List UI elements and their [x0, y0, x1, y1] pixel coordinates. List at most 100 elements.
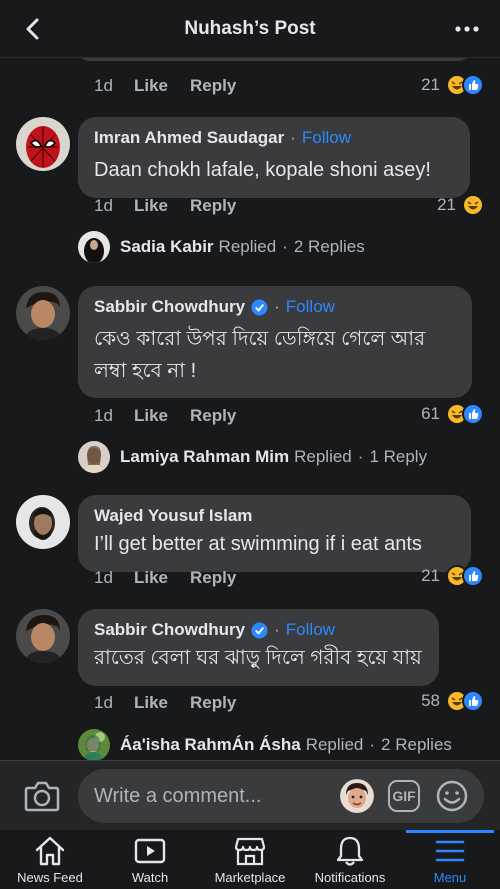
camera-icon [24, 781, 60, 812]
comment-text: I’ll get better at swimming if i eat ant… [94, 533, 422, 555]
comment-bubble: Sabbir Chowdhury · Follow রাতের বেলা ঘর … [78, 609, 439, 686]
avatar[interactable] [16, 286, 70, 340]
comment-actions: 1d Like Reply [94, 196, 258, 216]
page-title: Nuhash’s Post [184, 17, 316, 39]
like-button[interactable]: Like [134, 76, 168, 96]
avatar[interactable] [16, 117, 70, 171]
comment-author[interactable]: Imran Ahmed Saudagar [94, 128, 284, 148]
view-replies[interactable]: Sadia Kabir Replied · 2 Replies [78, 231, 365, 263]
tab-marketplace[interactable]: Marketplace [200, 830, 300, 889]
comment-input-container: GIF [78, 769, 484, 823]
reply-count: 2 Replies [293, 237, 365, 256]
reply-author: Sadia Kabir [120, 237, 214, 256]
reply-button[interactable]: Reply [190, 196, 236, 216]
reaction-count: 21 [421, 566, 440, 585]
like-button[interactable]: Like [134, 693, 168, 713]
comment-actions: 1d Like Reply [94, 76, 258, 96]
comment-text: কেও কারো উপর দিয়ে ডেঙ্গিয়ে গেলে আর লম্… [94, 328, 426, 382]
comment-actions: 1d Like Reply [94, 693, 258, 713]
reply-button[interactable]: Reply [190, 76, 236, 96]
tab-label: Notifications [314, 870, 386, 885]
like-reaction-icon [462, 565, 484, 587]
reaction-summary[interactable]: 58 [421, 690, 484, 712]
reply-author: Áa'isha RahmÁn Ásha [120, 735, 301, 754]
tab-menu[interactable]: Menu [400, 830, 500, 889]
comment-bubble: Imran Ahmed Saudagar · Follow Daan chokh… [78, 117, 470, 198]
reply-button[interactable]: Reply [190, 406, 236, 426]
reaction-count: 21 [421, 75, 440, 94]
watch-icon [134, 838, 166, 864]
avatar[interactable] [16, 609, 70, 663]
comment-bubble [78, 58, 470, 61]
like-button[interactable]: Like [134, 406, 168, 426]
like-reaction-icon [462, 403, 484, 425]
reaction-count: 21 [437, 195, 456, 214]
reaction-summary[interactable]: 21 [421, 74, 484, 96]
reply-verb: Replied [305, 735, 364, 754]
like-reaction-icon [462, 690, 484, 712]
home-icon [35, 836, 65, 866]
smiley-icon [436, 780, 468, 812]
tab-label: Watch [131, 870, 169, 885]
tab-label: Marketplace [214, 870, 286, 885]
comment-text: Daan chokh lafale, kopale shoni asey! [94, 159, 431, 181]
comment-actions: 1d Like Reply [94, 568, 258, 588]
reply-author: Lamiya Rahman Mim [120, 447, 290, 466]
comments-feed: 1d Like Reply 21 Imran Ahmed Saudagar · … [0, 58, 500, 760]
tab-notifications[interactable]: Notifications [300, 830, 400, 889]
reply-button[interactable]: Reply [190, 693, 236, 713]
reaction-summary[interactable]: 21 [437, 194, 484, 216]
comment-author[interactable]: Sabbir Chowdhury [94, 297, 245, 317]
tab-label: Menu [433, 870, 467, 885]
chevron-left-icon [26, 18, 39, 40]
comment-actions: 1d Like Reply [94, 406, 258, 426]
menu-icon [435, 840, 465, 862]
comment-time: 1d [94, 196, 113, 215]
reply-count: 2 Replies [381, 735, 452, 754]
reaction-summary[interactable]: 21 [421, 565, 484, 587]
tab-label: News Feed [17, 870, 83, 885]
verified-badge-icon [251, 621, 268, 639]
reply-verb: Replied [218, 237, 277, 256]
comment-author[interactable]: Sabbir Chowdhury [94, 620, 245, 640]
view-replies[interactable]: Áa'isha RahmÁn Ásha Replied · 2 Replies [78, 729, 452, 760]
reaction-summary[interactable]: 61 [421, 403, 484, 425]
follow-button[interactable]: Follow [302, 128, 351, 148]
reply-count: 1 Reply [369, 447, 428, 466]
marketplace-icon [234, 837, 266, 866]
comment-author[interactable]: Wajed Yousuf Islam [94, 506, 252, 526]
comment-bubble: Sabbir Chowdhury · Follow কেও কারো উপর দ… [78, 286, 472, 398]
haha-reaction-icon [462, 194, 484, 216]
gif-button[interactable]: GIF [388, 780, 420, 812]
comment-bubble: Wajed Yousuf Islam I’ll get better at sw… [78, 495, 471, 572]
comment-text: রাতের বেলা ঘর ঝাড়ু দিলে গরীব হয়ে যায় [94, 647, 422, 669]
avatar[interactable] [16, 495, 70, 549]
more-dots-icon [455, 26, 479, 32]
reaction-count: 58 [421, 691, 440, 710]
follow-button[interactable]: Follow [286, 297, 335, 317]
back-button[interactable] [18, 14, 48, 44]
follow-button[interactable]: Follow [286, 620, 335, 640]
view-replies[interactable]: Lamiya Rahman Mim Replied · 1 Reply [78, 441, 427, 473]
avatar-sticker-icon [340, 779, 374, 813]
top-bar: Nuhash’s Post [0, 0, 500, 58]
reply-button[interactable]: Reply [190, 568, 236, 588]
reply-avatar [78, 441, 110, 473]
comment-input[interactable] [94, 783, 324, 809]
comment-time: 1d [94, 76, 113, 95]
comment-composer: GIF [0, 760, 500, 830]
more-options-button[interactable] [452, 14, 482, 44]
verified-badge-icon [251, 298, 268, 316]
like-reaction-icon [462, 74, 484, 96]
emoji-button[interactable] [436, 780, 468, 812]
tab-watch[interactable]: Watch [100, 830, 200, 889]
avatar-sticker-button[interactable] [340, 779, 374, 813]
like-button[interactable]: Like [134, 568, 168, 588]
like-button[interactable]: Like [134, 196, 168, 216]
tab-news-feed[interactable]: News Feed [0, 830, 100, 889]
bell-icon [336, 836, 364, 866]
reaction-count: 61 [421, 404, 440, 423]
reply-avatar [78, 729, 110, 760]
camera-button[interactable] [24, 779, 60, 813]
reply-avatar [78, 231, 110, 263]
